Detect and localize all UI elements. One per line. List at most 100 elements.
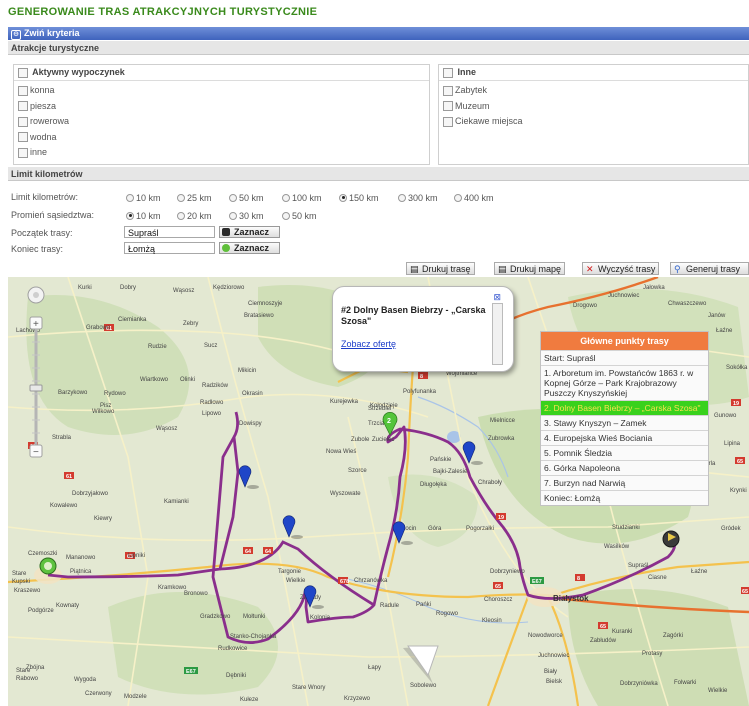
svg-text:Łapy: Łapy <box>368 665 381 671</box>
radio[interactable] <box>454 193 462 202</box>
svg-text:Sokółka: Sokółka <box>726 365 748 371</box>
generate-routes-button[interactable]: ⚲ Generuj trasy <box>670 262 749 275</box>
svg-text:Janów: Janów <box>708 313 726 319</box>
svg-text:Białystok: Białystok <box>553 594 589 603</box>
checkbox[interactable] <box>18 132 28 143</box>
route-item[interactable]: Koniec: Łomżą <box>541 490 708 505</box>
close-icon[interactable]: ⊠ <box>493 292 501 303</box>
km-option[interactable]: 50 km <box>229 193 264 203</box>
svg-text:64: 64 <box>245 549 252 555</box>
radio[interactable] <box>126 211 134 220</box>
svg-text:Łaźne: Łaźne <box>691 569 708 575</box>
checkbox[interactable] <box>443 85 453 96</box>
print-route-button[interactable]: ▤ Drukuj trasę <box>406 262 475 275</box>
list-item[interactable]: konna <box>14 83 429 99</box>
km-option[interactable]: 10 km <box>126 193 161 203</box>
list-item[interactable]: piesza <box>14 99 429 115</box>
radio[interactable] <box>339 193 347 202</box>
other-checkbox[interactable] <box>443 67 453 78</box>
route-item[interactable]: 6. Górka Napoleona <box>541 460 708 475</box>
list-item[interactable]: rowerowa <box>14 114 429 130</box>
active-leisure-checkbox[interactable] <box>18 67 28 78</box>
start-mark-button[interactable]: Zaznacz <box>219 226 280 238</box>
svg-text:8: 8 <box>577 576 580 582</box>
checkbox[interactable] <box>443 116 453 127</box>
route-points-panel: Główne punkty trasy Start: Supraśl 1. Ar… <box>540 331 709 506</box>
km-option[interactable]: 300 km <box>398 193 438 203</box>
svg-text:Gradzkowo: Gradzkowo <box>200 614 231 620</box>
attractions-header: Atrakcje turystyczne <box>8 41 749 55</box>
radio[interactable] <box>177 211 185 220</box>
limits-header: Limit kilometrów <box>8 167 749 181</box>
svg-text:Kupski: Kupski <box>12 579 30 585</box>
km-option-selected[interactable]: 150 km <box>339 193 379 203</box>
start-input[interactable]: Supraśl <box>124 226 215 238</box>
list-item[interactable]: Muzeum <box>439 99 748 115</box>
km-option[interactable]: 100 km <box>282 193 322 203</box>
svg-text:Chwaszczewo: Chwaszczewo <box>668 301 707 307</box>
checkbox[interactable] <box>18 116 28 127</box>
end-input[interactable]: Łomżą <box>124 242 215 254</box>
radio[interactable] <box>229 193 237 202</box>
route-item[interactable]: 3. Stawy Knyszyn – Zamek <box>541 415 708 430</box>
svg-text:Piątnica: Piątnica <box>70 569 92 575</box>
radio[interactable] <box>229 211 237 220</box>
radius-option[interactable]: 20 km <box>177 211 212 221</box>
svg-text:Szorce: Szorce <box>348 468 367 474</box>
radio[interactable] <box>126 193 134 202</box>
svg-text:65: 65 <box>600 624 606 630</box>
svg-text:2: 2 <box>387 418 391 425</box>
checkbox[interactable] <box>443 101 453 112</box>
svg-text:Chrzanówka: Chrzanówka <box>354 578 388 584</box>
list-item[interactable]: inne <box>14 145 429 161</box>
km-option[interactable]: 400 km <box>454 193 494 203</box>
km-option[interactable]: 25 km <box>177 193 212 203</box>
checkbox[interactable] <box>18 101 28 112</box>
svg-text:Krynki: Krynki <box>730 488 747 494</box>
popup-scrollbar[interactable] <box>492 303 503 365</box>
radius-option[interactable]: 30 km <box>229 211 264 221</box>
svg-text:Okrasin: Okrasin <box>242 391 263 397</box>
popup-link[interactable]: Zobacz ofertę <box>341 339 396 349</box>
checkbox[interactable] <box>18 85 28 96</box>
collapse-criteria-bar[interactable]: ⊖ Zwiń kryteria <box>8 27 749 40</box>
list-item[interactable]: Ciekawe miejsca <box>439 114 748 130</box>
route-item[interactable]: 7. Burzyn nad Narwią <box>541 475 708 490</box>
svg-text:Nowodworce: Nowodworce <box>528 633 563 639</box>
svg-text:Nowa Wieś: Nowa Wieś <box>326 449 356 455</box>
svg-text:19: 19 <box>498 515 504 521</box>
svg-text:Rogowo: Rogowo <box>436 611 459 617</box>
svg-text:Bielsk: Bielsk <box>546 679 563 685</box>
radio[interactable] <box>282 211 290 220</box>
svg-text:Kownaty: Kownaty <box>56 603 79 609</box>
route-item[interactable]: 5. Pomnik Śledzia <box>541 445 708 460</box>
svg-text:Olinki: Olinki <box>180 377 195 383</box>
radius-option[interactable]: 50 km <box>282 211 317 221</box>
svg-text:Mielnicce: Mielnicce <box>490 418 516 424</box>
route-item[interactable]: Start: Supraśl <box>541 350 708 365</box>
checkbox[interactable] <box>18 147 28 158</box>
svg-text:Dobrzyniówka: Dobrzyniówka <box>620 681 658 687</box>
svg-text:Wielkie: Wielkie <box>286 578 306 584</box>
svg-text:Mołtunki: Mołtunki <box>243 614 265 620</box>
radius-option-selected[interactable]: 10 km <box>126 211 161 221</box>
active-leisure-panel: Aktywny wypoczynek konna piesza rowerowa… <box>13 64 430 165</box>
svg-text:Radule: Radule <box>380 603 400 609</box>
radio[interactable] <box>177 193 185 202</box>
radio[interactable] <box>282 193 290 202</box>
route-item-selected[interactable]: 2. Dolny Basen Biebrzy – „Carska Szosa" <box>541 400 708 415</box>
list-item[interactable]: wodna <box>14 130 429 146</box>
end-mark-button[interactable]: Zaznacz <box>219 242 280 254</box>
svg-text:Protasy: Protasy <box>642 651 662 657</box>
svg-text:Modzele: Modzele <box>124 694 147 700</box>
svg-text:Polyfunanka: Polyfunanka <box>403 389 437 395</box>
print-map-button[interactable]: ▤ Drukuj mapę <box>494 262 566 275</box>
svg-text:Supraśl: Supraśl <box>628 563 648 569</box>
clear-routes-button[interactable]: ✕ Wyczyść trasy <box>582 262 660 275</box>
radio[interactable] <box>398 193 406 202</box>
route-item[interactable]: 1. Arboretum im. Powstańców 1863 r. w Ko… <box>541 365 708 400</box>
list-item[interactable]: Zabytek <box>439 83 748 99</box>
svg-text:Stare: Stare <box>12 571 27 577</box>
route-item[interactable]: 4. Europejska Wieś Bociania <box>541 430 708 445</box>
svg-text:Lipina: Lipina <box>724 441 741 447</box>
